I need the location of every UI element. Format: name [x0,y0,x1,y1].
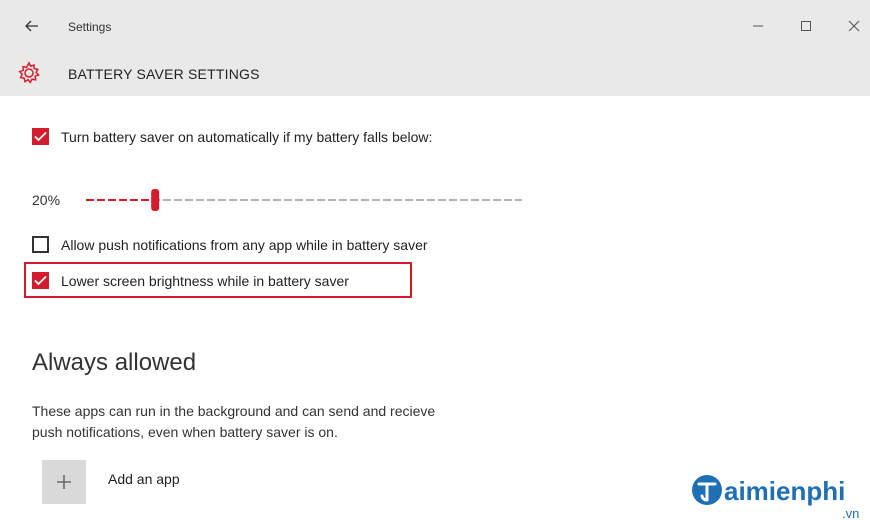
push-notifications-row: Allow push notifications from any app wh… [32,236,428,253]
gear-icon [18,61,40,84]
auto-on-row: Turn battery saver on automatically if m… [32,128,432,145]
page-header: BATTERY SAVER SETTINGS [0,52,870,96]
checkmark-icon [34,275,47,286]
battery-threshold-slider[interactable] [86,187,522,213]
app-title: Settings [68,20,112,34]
title-bar: Settings [0,0,870,52]
minimize-icon [753,25,763,27]
section-title: Always allowed [32,349,197,376]
lower-brightness-row: Lower screen brightness while in battery… [32,272,349,289]
slider-thumb[interactable] [151,189,160,211]
auto-on-label: Turn battery saver on automatically if m… [61,128,433,145]
lower-brightness-label: Lower screen brightness while in battery… [61,272,349,289]
maximize-icon [801,21,811,31]
plus-icon [57,475,71,489]
maximize-button[interactable] [786,10,826,42]
auto-on-checkbox[interactable] [32,128,49,145]
watermark-text: aimienphi [724,476,845,506]
close-button[interactable] [834,10,870,42]
back-arrow-icon [25,20,38,32]
threshold-value: 20% [32,192,61,208]
close-icon [848,20,860,32]
checkmark-icon [34,131,47,142]
page-title: BATTERY SAVER SETTINGS [68,66,260,82]
section-description-line-2: push notifications, even when battery sa… [32,424,338,440]
minimize-button[interactable] [738,10,778,42]
push-notifications-label: Allow push notifications from any app wh… [61,236,428,253]
watermark-graphic: aimienphi .vn [692,475,859,520]
watermark-suffix: .vn [842,506,859,520]
lower-brightness-checkbox[interactable] [32,272,49,289]
push-notifications-checkbox[interactable] [32,236,49,253]
back-button[interactable] [20,14,44,38]
watermark-logo: aimienphi .vn [690,470,870,520]
add-app-label[interactable]: Add an app [108,471,180,487]
section-description-line-1: These apps can run in the background and… [32,403,436,419]
add-app-button[interactable] [42,460,86,504]
